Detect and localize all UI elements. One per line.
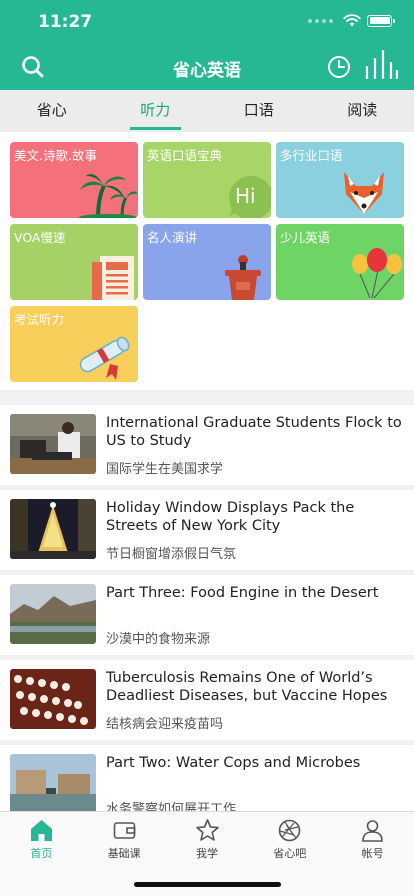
news-thumbnail <box>10 669 96 729</box>
news-item[interactable]: Part Three: Food Engine in the Desert 沙漠… <box>0 575 414 655</box>
tab-active-indicator <box>130 127 181 130</box>
battery-icon <box>367 14 395 27</box>
podium-icon <box>225 255 261 300</box>
news-item[interactable]: Tuberculosis Remains One of World’s Dead… <box>0 660 414 740</box>
news-subtitle: 结核病会迎来疫苗吗 <box>106 717 224 732</box>
category-tile-voa[interactable]: VOA慢速 <box>10 224 138 300</box>
news-title: International Graduate Students Flock to… <box>106 415 402 449</box>
newspaper-icon <box>92 256 134 300</box>
news-item[interactable]: International Graduate Students Flock to… <box>0 405 414 485</box>
tab-bar: 省心 听力 口语 阅读 <box>0 90 414 132</box>
tabbar-label: 省心吧 <box>273 847 307 860</box>
news-subtitle: 沙漠中的食物来源 <box>106 632 211 647</box>
tabbar-item-account[interactable]: 帐号 <box>331 812 414 872</box>
history-button[interactable] <box>326 54 352 80</box>
palm-trees-icon <box>78 174 138 218</box>
tabbar-item-home[interactable]: 首页 <box>0 812 83 872</box>
tabbar-label: 基础课 <box>107 847 141 860</box>
tabbar-label: 帐号 <box>361 847 384 860</box>
clock-icon <box>328 56 350 78</box>
news-thumbnail <box>10 584 96 644</box>
category-tile-spoken-english[interactable]: 英语口语宝典 Hi <box>143 142 271 218</box>
wifi-icon <box>343 14 361 27</box>
tabbar-item-my-study[interactable]: 我学 <box>166 812 249 872</box>
tab-reading[interactable]: 阅读 <box>311 90 414 132</box>
tabbar-item-community[interactable]: 省心吧 <box>248 812 331 872</box>
tab-listening[interactable]: 听力 <box>104 90 208 132</box>
diploma-icon <box>79 336 130 380</box>
category-tile-kids-english[interactable]: 少儿英语 <box>276 224 404 300</box>
news-title: Part Two: Water Cops and Microbes <box>106 755 361 771</box>
category-label: 考试听力 <box>14 312 65 327</box>
category-grid: 美文.诗歌.故事 英语口语宝典 Hi 多行业口语 VOA慢速 名人演讲 少儿英语… <box>0 132 414 390</box>
home-indicator <box>134 882 281 887</box>
category-tile-industry-english[interactable]: 多行业口语 <box>276 142 404 218</box>
tab-speaking[interactable]: 口语 <box>207 90 311 132</box>
aperture-icon <box>279 819 301 842</box>
signal-icon <box>308 18 333 23</box>
category-label: 名人演讲 <box>147 230 198 245</box>
news-title: Holiday Window Displays Pack the Streets… <box>106 500 355 534</box>
category-label: 多行业口语 <box>280 148 343 163</box>
category-label: 美文.诗歌.故事 <box>14 148 97 163</box>
stats-button[interactable] <box>364 48 399 82</box>
app-header: 11:27 省心英语 <box>0 0 414 90</box>
status-time: 11:27 <box>38 12 93 32</box>
news-title: Tuberculosis Remains One of World’s Dead… <box>106 670 388 704</box>
tab-shengxin[interactable]: 省心 <box>0 90 104 132</box>
user-icon <box>362 820 383 842</box>
hi-badge: Hi <box>235 184 256 208</box>
category-label: 少儿英语 <box>280 230 331 245</box>
star-icon <box>195 819 219 841</box>
tabbar-label: 首页 <box>30 847 53 860</box>
category-label: VOA慢速 <box>14 230 66 245</box>
tabbar-item-basic-course[interactable]: 基础课 <box>83 812 166 872</box>
category-tile-stories[interactable]: 美文.诗歌.故事 <box>10 142 138 218</box>
category-label: 英语口语宝典 <box>147 148 223 163</box>
news-thumbnail <box>10 754 96 814</box>
news-thumbnail <box>10 414 96 474</box>
category-tile-speeches[interactable]: 名人演讲 <box>143 224 271 300</box>
tabbar-label: 我学 <box>195 847 218 860</box>
fox-icon <box>344 172 384 214</box>
balloons-icon <box>352 248 402 299</box>
news-item[interactable]: Part Two: Water Cops and Microbes 水务警察如何… <box>0 745 414 817</box>
home-icon <box>31 820 52 841</box>
news-item[interactable]: Holiday Window Displays Pack the Streets… <box>0 490 414 570</box>
news-subtitle: 国际学生在美国求学 <box>106 462 224 477</box>
wallet-icon <box>113 822 136 839</box>
news-title: Part Three: Food Engine in the Desert <box>106 585 379 601</box>
news-thumbnail <box>10 499 96 559</box>
category-tile-exam-listening[interactable]: 考试听力 <box>10 306 138 382</box>
bars-icon <box>365 50 399 79</box>
status-icons <box>308 14 395 27</box>
news-subtitle: 节日橱窗增添假日气氛 <box>106 547 237 562</box>
